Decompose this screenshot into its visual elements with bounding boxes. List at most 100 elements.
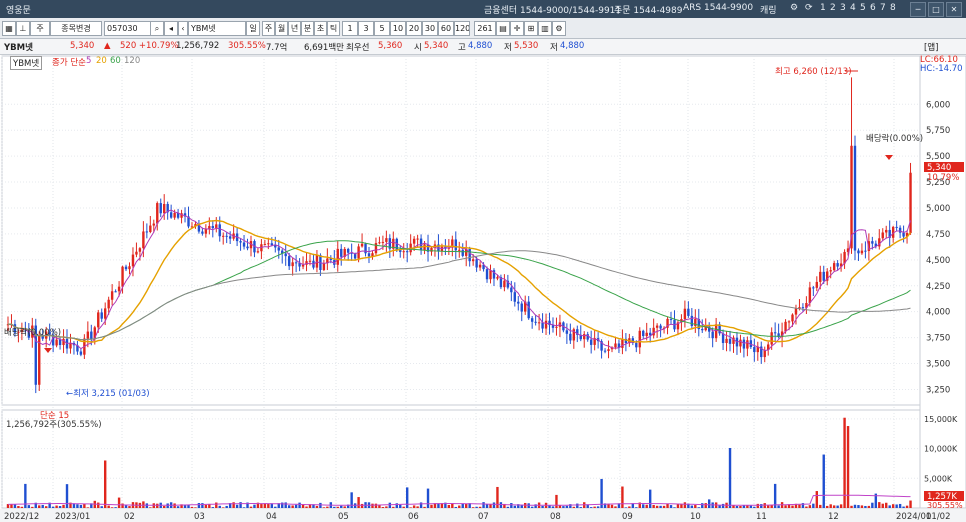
candle-body [152, 223, 155, 226]
legend-stock[interactable]: YBM넷 [10, 56, 43, 70]
candle-body [614, 343, 617, 348]
price-tick-label: 5,750 [926, 126, 950, 136]
volume-bar [753, 506, 756, 508]
price-tick-label: 3,500 [926, 360, 950, 370]
candle-body [270, 243, 274, 246]
volume-bar [20, 506, 24, 508]
volume-bar [530, 506, 534, 508]
volume-bar [704, 503, 707, 508]
candle-body [291, 262, 294, 267]
volume-bar [294, 504, 298, 508]
volume-bar [412, 505, 416, 508]
candle-body [669, 318, 673, 320]
candle-body [159, 203, 162, 214]
candle-body [739, 339, 742, 347]
volume-bar [55, 505, 58, 508]
volume-bar [475, 506, 478, 508]
candle-body [461, 249, 464, 256]
volume-bar [103, 460, 107, 508]
volume-bar [110, 507, 114, 508]
volume-bar [218, 505, 221, 508]
volume-bar [864, 505, 867, 508]
volume-bar [385, 506, 388, 508]
candle-body [725, 338, 728, 343]
volume-bar [65, 484, 69, 508]
volume-bar [492, 502, 496, 508]
volume-bar [721, 503, 725, 508]
volume-bar [381, 506, 385, 508]
candle-body [787, 321, 791, 323]
volume-bar [478, 506, 482, 508]
x-axis-label: 10 [690, 512, 701, 522]
volume-bar [555, 494, 558, 508]
candle-body [114, 291, 117, 293]
dividend-annotation-left: 배당락(0.00%) [4, 327, 61, 338]
volume-bar [253, 504, 256, 508]
chart-legend: YBM넷 종가 단순 5 20 60 120 [0, 55, 920, 70]
volume-bar [260, 504, 263, 508]
candle-body [690, 315, 694, 326]
candle-body [565, 330, 569, 334]
volume-bar [392, 506, 395, 508]
candle-body [753, 347, 756, 353]
volume-bar [829, 504, 832, 508]
volume-bar [426, 488, 430, 508]
volume-bar [357, 497, 360, 508]
candle-body [267, 243, 270, 245]
volume-bar [340, 505, 343, 508]
x-axis-label: 2023/01 [55, 512, 90, 522]
volume-bar [832, 505, 836, 508]
candle-body [336, 248, 339, 265]
volume-bar [791, 505, 794, 508]
candle-body [860, 250, 864, 254]
price-tag: 5,340 [927, 163, 951, 173]
candle-body [895, 226, 898, 228]
price-tick-label: 5,500 [926, 152, 950, 162]
volume-bar [305, 506, 308, 508]
low-annotation: ←최저 3,215 (01/03) [66, 388, 150, 399]
volume-bar [27, 505, 31, 508]
candle-body [687, 308, 690, 316]
price-tick-label: 4,250 [926, 282, 950, 292]
candle-body [402, 251, 405, 253]
candle-body [791, 314, 794, 322]
volume-bar [430, 504, 433, 508]
volume-bar [707, 499, 711, 508]
candle-body [100, 312, 103, 319]
volume-bar [551, 506, 555, 508]
price-chart[interactable]: 6,0005,7505,5005,2505,0004,7504,5004,250… [0, 0, 966, 522]
candle-body [857, 250, 860, 254]
volume-bar [222, 507, 225, 508]
volume-bar [86, 507, 90, 508]
candle-body [458, 249, 461, 251]
volume-bar [239, 502, 242, 508]
candle-body [367, 253, 371, 257]
candle-body [801, 307, 805, 309]
candle-body [385, 238, 388, 242]
volume-bar [784, 505, 787, 508]
candle-body [86, 331, 90, 339]
volume-bar [860, 505, 864, 508]
candle-body [659, 325, 662, 329]
x-axis-label: 03 [194, 512, 205, 522]
candle-body [138, 248, 142, 252]
candle-body [294, 262, 298, 264]
volume-tick-label: 10,000K [924, 445, 958, 454]
volume-tick-label: 5,000K [924, 474, 953, 483]
volume-bar [458, 505, 461, 508]
volume-bar [739, 506, 742, 508]
volume-bar [471, 507, 475, 508]
volume-bar [645, 504, 648, 508]
price-tick-label: 3,250 [926, 385, 950, 395]
candle-body [829, 270, 832, 272]
volume-bar [190, 506, 194, 508]
candle-body [149, 225, 152, 232]
candle-body [746, 340, 749, 349]
candle-body [145, 231, 149, 233]
price-tick-label: 4,000 [926, 308, 950, 318]
candle-body [864, 250, 867, 252]
price-tick-label: 6,000 [926, 100, 950, 110]
candle-body [346, 248, 350, 253]
volume-bar [697, 507, 700, 508]
volume-bar [41, 504, 44, 508]
